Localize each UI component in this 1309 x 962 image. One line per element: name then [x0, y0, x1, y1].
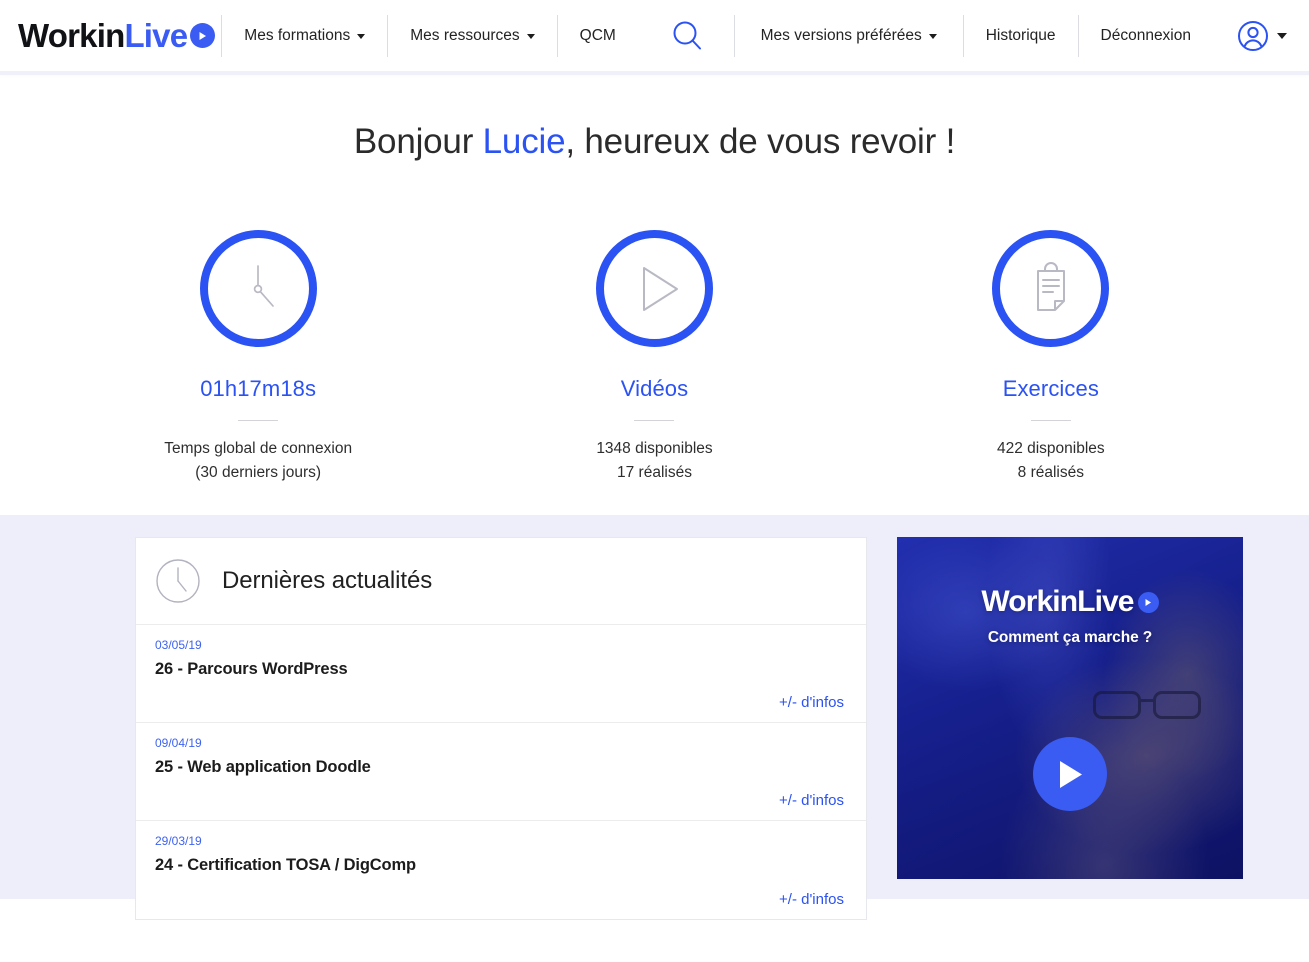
greeting-username: Lucie	[482, 122, 566, 161]
brand-text-workin: Workin	[18, 16, 125, 54]
nav-item-deconnexion[interactable]: Déconnexion	[1079, 11, 1213, 61]
stat-caption-line-2: 17 réalisés	[617, 464, 692, 481]
greeting-suffix: , heureux de vous revoir !	[565, 122, 956, 161]
promo-subtitle: Comment ça marche ?	[987, 629, 1153, 646]
nav-item-historique[interactable]: Historique	[964, 11, 1078, 61]
divider	[238, 420, 279, 421]
stat-caption-line-2: (30 derniers jours)	[195, 464, 322, 481]
brand-text-live: Live	[124, 16, 188, 54]
stat-caption-line-1: 1348 disponibles	[596, 440, 713, 457]
nav-item-mes-versions-preferees[interactable]: Mes versions préférées	[735, 11, 963, 61]
user-circle-icon	[1238, 20, 1268, 51]
stat-icon-ring	[199, 230, 317, 347]
news-item-date: 29/03/19	[155, 834, 202, 848]
chevron-down-icon	[928, 34, 937, 39]
stat-card-videos: Vidéos 1348 disponibles 17 réalisés	[456, 230, 852, 485]
nav-label: Mes versions préférées	[760, 26, 922, 44]
stat-icon-ring	[595, 230, 713, 347]
hero-section: Bonjour Lucie, heureux de vous revoir ! …	[0, 71, 1309, 515]
news-item-toggle-infos[interactable]: +/- d'infos	[779, 694, 844, 711]
news-item-title: 26 - Parcours WordPress	[155, 660, 348, 678]
news-item-title: 24 - Certification TOSA / DigComp	[155, 856, 416, 874]
news-item-date: 09/04/19	[155, 736, 202, 750]
stat-caption-line-1: 422 disponibles	[996, 440, 1105, 457]
news-card-title: Dernières actualités	[222, 567, 433, 594]
play-button-icon	[1060, 760, 1082, 788]
play-circle-icon	[190, 23, 216, 48]
chevron-down-icon	[357, 34, 366, 39]
stats-row: 01h17m18s Temps global de connexion (30 …	[0, 230, 1309, 485]
play-circle-icon	[1137, 591, 1159, 613]
nav-item-qcm[interactable]: QCM	[558, 11, 638, 61]
search-button[interactable]	[646, 19, 728, 53]
news-list-item: 03/05/19 26 - Parcours WordPress +/- d'i…	[136, 625, 866, 723]
promo-overlay: Workin Live Comment ça marche ?	[897, 537, 1243, 879]
greeting-prefix: Bonjour	[353, 122, 483, 161]
news-item-toggle-infos[interactable]: +/- d'infos	[779, 891, 844, 908]
stat-card-connection-time: 01h17m18s Temps global de connexion (30 …	[60, 230, 456, 485]
chevron-down-icon	[526, 34, 535, 39]
stat-card-exercices: Exercices 422 disponibles 8 réalisés	[853, 230, 1249, 485]
divider	[634, 420, 675, 421]
nav-label: QCM	[579, 26, 616, 44]
account-menu-button[interactable]	[1213, 20, 1287, 52]
nav-label: Mes formations	[244, 26, 351, 44]
divider	[1030, 420, 1071, 421]
nav-item-mes-formations[interactable]: Mes formations	[222, 11, 387, 61]
nav-label: Mes ressources	[410, 26, 520, 44]
promo-play-button[interactable]	[1033, 737, 1107, 811]
news-card: Dernières actualités 03/05/19 26 - Parco…	[135, 537, 867, 920]
news-card-header: Dernières actualités	[136, 538, 866, 625]
stat-caption-line-1: Temps global de connexion	[164, 440, 353, 457]
brand-logo[interactable]: Workin Live	[18, 17, 221, 55]
nav-item-mes-ressources[interactable]: Mes ressources	[388, 11, 556, 61]
promo-video-card[interactable]: Workin Live Comment ça marche ?	[897, 537, 1243, 879]
news-list-item: 29/03/19 24 - Certification TOSA / DigCo…	[136, 821, 866, 919]
lower-section: Dernières actualités 03/05/19 26 - Parco…	[0, 515, 1309, 920]
clock-icon	[156, 559, 200, 603]
chevron-down-icon	[1277, 32, 1287, 39]
promo-logo: Workin Live	[981, 585, 1159, 619]
play-icon	[643, 266, 679, 311]
news-item-toggle-infos[interactable]: +/- d'infos	[779, 792, 844, 809]
page-title: Bonjour Lucie, heureux de vous revoir !	[0, 122, 1309, 162]
news-list-item: 09/04/19 25 - Web application Doodle +/-…	[136, 723, 866, 821]
clipboard-icon	[1036, 261, 1065, 311]
promo-logo-live: Live	[1077, 585, 1134, 618]
promo-logo-workin: Workin	[981, 585, 1078, 618]
news-item-title: 25 - Web application Doodle	[155, 758, 371, 776]
stat-value: 01h17m18s	[200, 376, 317, 401]
nav-label: Historique	[985, 26, 1056, 44]
news-item-date: 03/05/19	[155, 638, 202, 652]
stat-value: Exercices	[1002, 376, 1099, 401]
stat-value: Vidéos	[620, 376, 689, 401]
stat-icon-ring	[992, 230, 1110, 347]
search-icon	[673, 21, 702, 49]
nav-label: Déconnexion	[1100, 26, 1191, 44]
clock-icon	[253, 264, 275, 307]
top-navbar: Workin Live Mes formations Mes ressource…	[0, 0, 1309, 75]
stat-caption-line-2: 8 réalisés	[1017, 464, 1084, 481]
